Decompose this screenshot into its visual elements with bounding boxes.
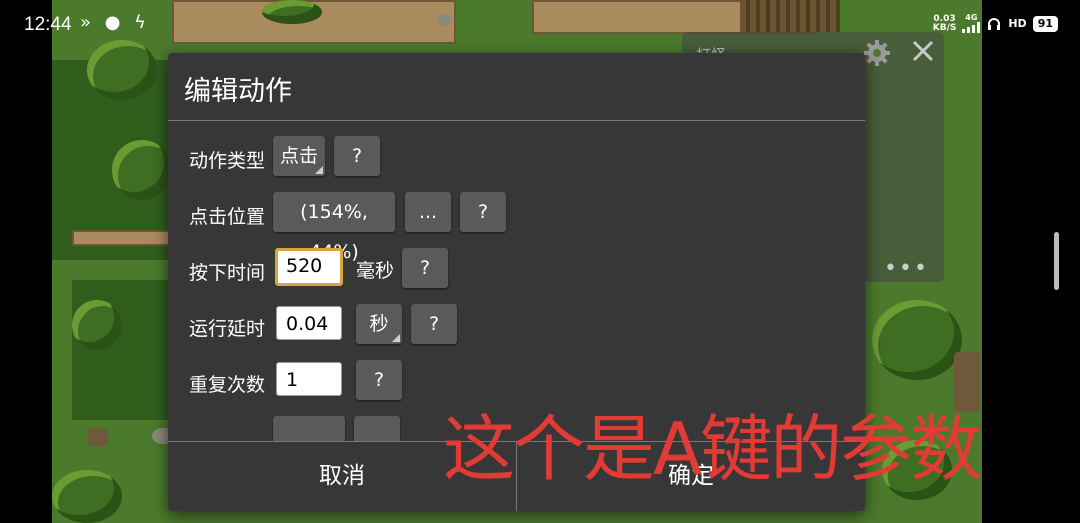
status-right-group: 0.03 KB/S 4G HD 91 (933, 14, 1058, 33)
tree-stump (954, 352, 980, 412)
signal-icon (962, 22, 981, 33)
action-type-select[interactable]: 点击 (273, 136, 325, 176)
tree (52, 470, 122, 523)
network-speed: 0.03 KB/S (933, 14, 957, 33)
battery-icon: 91 (1032, 15, 1058, 32)
title-divider (168, 120, 865, 121)
status-time: 12:44 (24, 14, 72, 35)
tree (72, 300, 122, 350)
click-position-button[interactable]: (154%, 44%) (273, 192, 395, 263)
run-delay-input[interactable]: 0.04 (276, 306, 342, 340)
gear-icon[interactable] (862, 38, 892, 68)
overlay-caption: 这个是A键的参数 (443, 407, 982, 491)
run-delay-label: 运行延时 (189, 318, 266, 340)
press-time-help-button[interactable]: ? (402, 248, 448, 288)
phone-screen: 12:44 » ● ϟ 0.03 KB/S 4G HD 91 打怪 · (0, 0, 1080, 523)
press-time-input[interactable]: 520 (275, 248, 343, 286)
more-dots-icon[interactable]: ••• (884, 256, 929, 281)
dialog-title: 编辑动作 (184, 76, 292, 107)
row-click-position: 点击位置 (154%, 44%) ... ? (168, 192, 865, 263)
run-delay-unit-select[interactable]: 秒 (356, 304, 402, 344)
row-run-delay: 运行延时 0.04 秒 ? (168, 304, 865, 348)
repeat-count-label: 重复次数 (189, 374, 266, 396)
network-type: 4G (965, 13, 978, 22)
notification-icons: » ● ϟ (80, 12, 151, 33)
click-position-label: 点击位置 (189, 206, 266, 228)
action-type-label: 动作类型 (189, 150, 266, 172)
action-type-help-button[interactable]: ? (334, 136, 380, 176)
row-action-type: 动作类型 点击 ? (168, 136, 865, 180)
close-icon[interactable] (910, 38, 936, 64)
tree (262, 0, 322, 24)
repeat-count-help-button[interactable]: ? (356, 360, 402, 400)
hd-label: HD (1008, 17, 1027, 30)
click-position-help-button[interactable]: ? (460, 192, 506, 232)
row-repeat-count: 重复次数 1 ? (168, 360, 865, 404)
rock (437, 14, 451, 26)
press-time-label: 按下时间 (189, 262, 266, 284)
scroll-handle[interactable] (1054, 232, 1059, 290)
repeat-count-input[interactable]: 1 (276, 362, 342, 396)
press-time-unit: 毫秒 (356, 260, 395, 282)
signal-group: 4G (962, 13, 981, 33)
run-delay-help-button[interactable]: ? (411, 304, 457, 344)
house-roof (740, 0, 840, 32)
row-press-time: 按下时间 520 毫秒 ? (168, 248, 865, 292)
headphones-icon (988, 17, 1001, 30)
click-position-more-button[interactable]: ... (405, 192, 451, 232)
tree (872, 300, 962, 380)
tree (112, 140, 172, 200)
tree (87, 40, 157, 100)
barrel (88, 428, 108, 446)
